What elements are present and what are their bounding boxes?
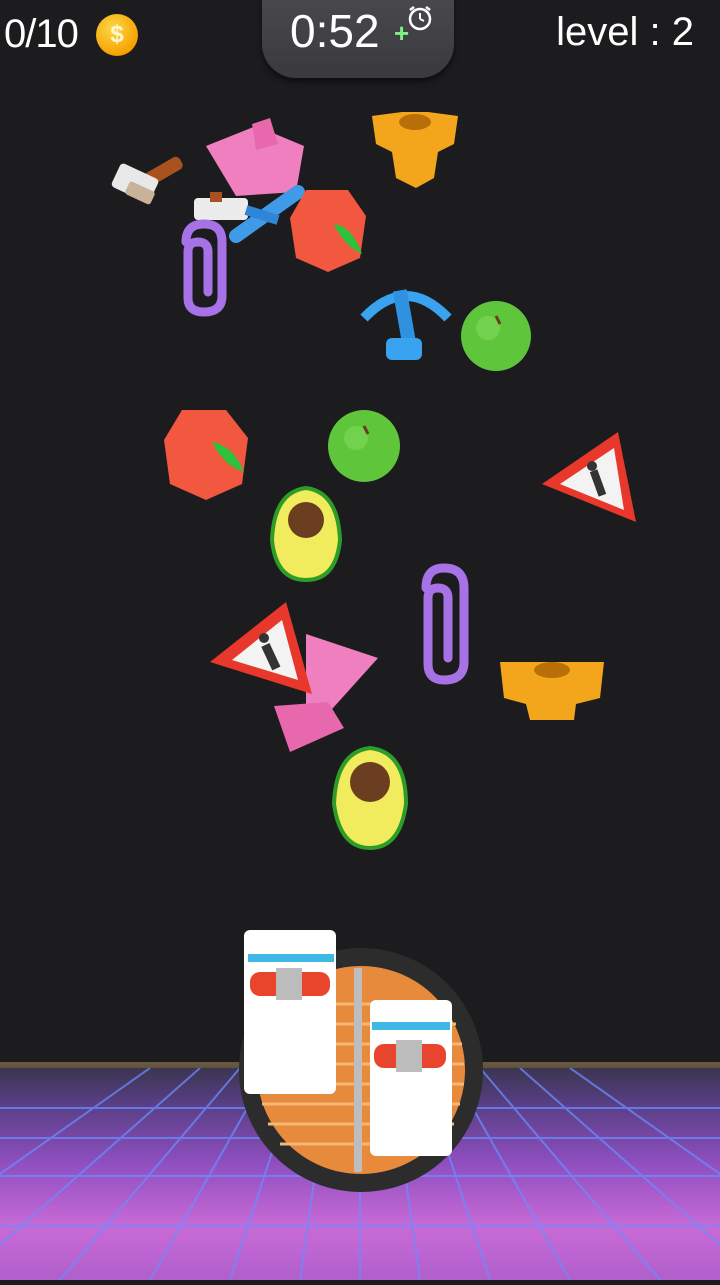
green-apple-2[interactable]: [326, 408, 404, 486]
warning-sign-2[interactable]: [206, 598, 316, 702]
green-apple[interactable]: [458, 298, 534, 374]
purple-paperclip[interactable]: [174, 218, 234, 318]
avocado-2[interactable]: [330, 744, 410, 852]
warning-sign[interactable]: [536, 428, 640, 532]
alarm-clock-icon[interactable]: [406, 4, 434, 32]
avocado[interactable]: [268, 484, 344, 584]
orange-fruit[interactable]: [286, 186, 370, 276]
golden-armor-toy[interactable]: [368, 108, 462, 192]
timer-text: 0:52: [290, 5, 380, 57]
ambulance-toy-2[interactable]: [366, 996, 456, 1160]
coin-icon: $: [96, 14, 138, 56]
purple-paperclip-2[interactable]: [414, 562, 474, 686]
level-indicator: level : 2: [556, 10, 694, 54]
golden-corset[interactable]: [496, 656, 608, 726]
coin-counter: 0/10: [4, 12, 79, 56]
blue-crossbow-toy[interactable]: [358, 280, 454, 372]
orange-fruit-2[interactable]: [160, 406, 252, 502]
ambulance-toy[interactable]: [238, 926, 342, 1098]
